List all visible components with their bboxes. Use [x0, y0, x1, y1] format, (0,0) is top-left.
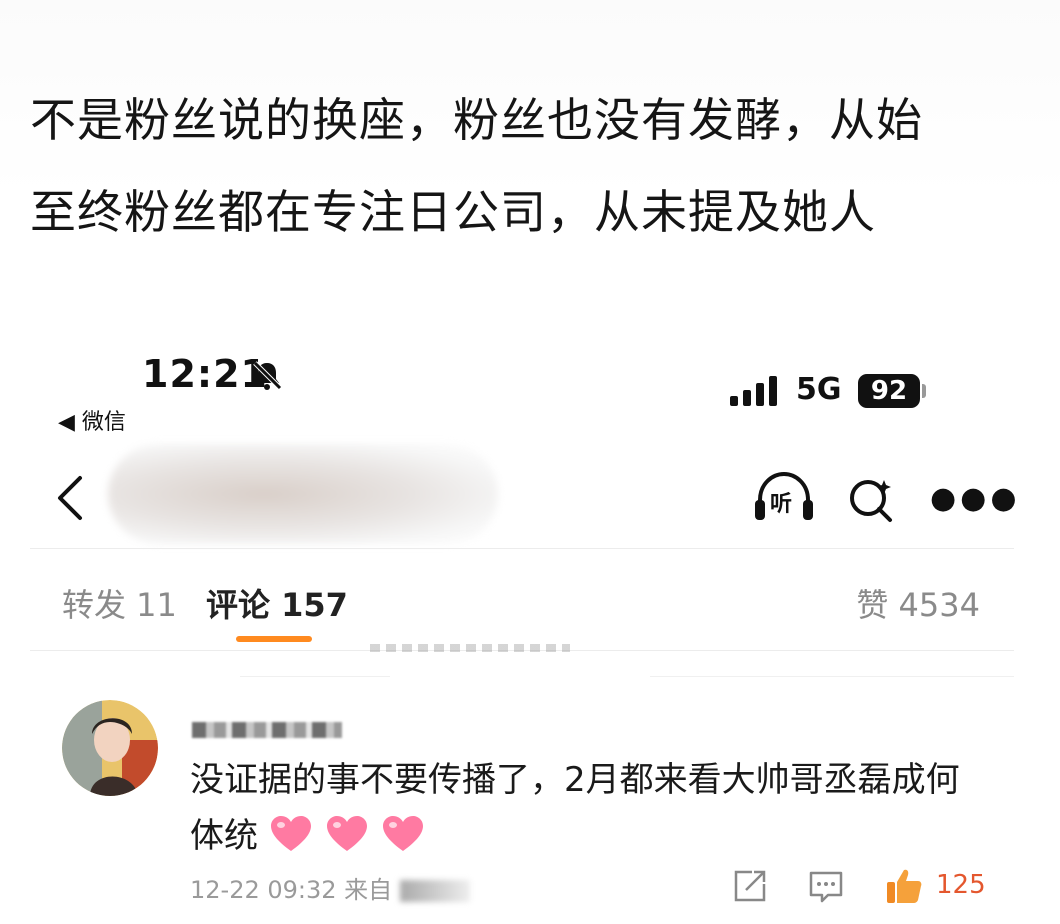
divider: [650, 676, 1014, 677]
share-icon[interactable]: [732, 868, 768, 904]
mute-bell-icon: [253, 361, 282, 390]
comment-icon[interactable]: [808, 870, 844, 904]
back-to-wechat-link[interactable]: ◀ 微信: [58, 404, 126, 436]
username-blurred[interactable]: [192, 722, 342, 738]
comment-timestamp-source: 12-22 09:32 来自: [190, 876, 393, 904]
heart-emoji-icon: [326, 816, 367, 851]
thumbs-up-icon[interactable]: [884, 866, 924, 906]
network-type: 5G: [796, 372, 842, 407]
more-options-icon[interactable]: ●●●: [930, 484, 1021, 514]
divider: [240, 676, 390, 677]
heart-emoji-icon: [270, 816, 311, 851]
battery-level: 92: [858, 374, 920, 408]
caption-line-1: 不是粉丝说的换座，粉丝也没有发酵，从始: [30, 93, 923, 147]
search-icon[interactable]: [846, 474, 896, 524]
caption-line-2: 至终粉丝都在专注日公司，从未提及她人: [30, 185, 876, 239]
comment-meta: 12-22 09:32 来自: [190, 870, 470, 905]
source-blurred: [399, 880, 470, 902]
divider: [30, 548, 1014, 549]
post-caption: 不是粉丝说的换座，粉丝也没有发酵，从始 至终粉丝都在专注日公司，从未提及她人: [30, 74, 1030, 258]
heart-emoji-icon: [382, 816, 423, 851]
like-count: 125: [936, 870, 986, 900]
back-chevron-icon[interactable]: [52, 474, 92, 522]
blurred-title: [108, 444, 498, 544]
avatar[interactable]: [62, 700, 158, 796]
active-tab-indicator: [236, 636, 312, 642]
listen-label[interactable]: 听: [770, 486, 792, 518]
battery-tip: [922, 384, 926, 398]
tab-like[interactable]: 赞 4534: [856, 580, 980, 626]
signal-icon: [730, 376, 777, 406]
tab-comment[interactable]: 评论 157: [206, 580, 348, 626]
clipped-previous-row: [370, 644, 570, 652]
tab-repost[interactable]: 转发 11: [62, 580, 177, 626]
comment-body: 没证据的事不要传播了，2月都来看大帅哥丞磊成何体统: [190, 752, 990, 864]
